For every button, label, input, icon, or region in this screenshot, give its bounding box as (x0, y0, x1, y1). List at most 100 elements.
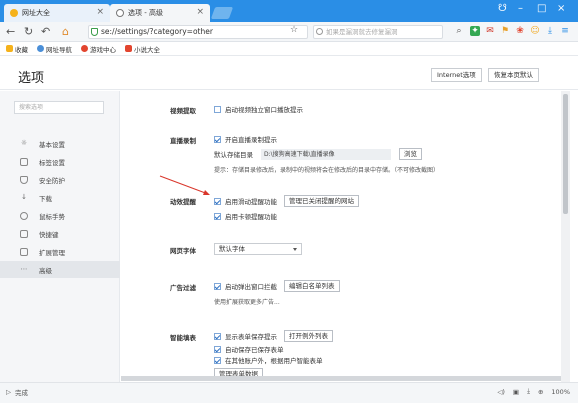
bookmark-item[interactable]: 收藏 (6, 44, 28, 54)
scrollbar-thumb[interactable] (563, 94, 568, 214)
search-placeholder: 如果是漏洞就去修复漏洞 (326, 28, 398, 36)
search-icon[interactable]: ⌕ (454, 26, 464, 36)
checkbox[interactable] (214, 105, 221, 113)
forms-option-3[interactable]: 在其他账户外，根据用户智能表单 (214, 355, 323, 365)
tab-title: 选项 - 高级 (128, 9, 163, 17)
sidebar-item-label: 快捷键 (39, 230, 59, 239)
sidebar-item-advanced[interactable]: ⋯ 高级 (0, 261, 120, 278)
maximize-button[interactable]: □ (537, 3, 546, 14)
search-icon (316, 28, 323, 35)
download-icon[interactable]: ⤓ (527, 387, 530, 396)
settings-content: 视频提取 启动视频独立窗口播放提示 直播录制 开启直播录制提示 默认存储目录 D… (121, 91, 561, 382)
live-record-hint: 提示：存储目录修改后，录制中的视频将会在修改后的目录中存储。（不可修改截图） (214, 167, 440, 174)
checkbox[interactable] (214, 212, 221, 220)
book-icon (125, 45, 132, 52)
adblock-option[interactable]: 启动弹出窗口拦截 编辑白名单列表 (214, 280, 340, 292)
shield-icon (91, 28, 98, 36)
search-input[interactable]: 如果是漏洞就去修复漏洞 (313, 25, 443, 39)
extension-icon[interactable]: ✦ (470, 26, 480, 36)
sidebar-item-gestures[interactable]: 鼠标手势 (0, 207, 120, 224)
keyboard-icon (20, 229, 28, 238)
bookmark-item[interactable]: 游戏中心 (81, 44, 116, 54)
option-label: 启动视频独立窗口播放提示 (225, 106, 303, 114)
star-icon[interactable]: ☆ (290, 25, 298, 35)
minimize-button[interactable]: – (518, 3, 523, 14)
forms-option-1[interactable]: 显示表单保存提示 打开例外列表 (214, 330, 333, 342)
video-popup-option[interactable]: 启动视频独立窗口播放提示 (214, 104, 303, 114)
browse-button[interactable]: 浏览 (399, 148, 422, 160)
option-label: 启用卡顿提醒功能 (225, 213, 277, 221)
new-tab-button[interactable] (210, 7, 234, 19)
default-dir-field[interactable]: D:\搜狗高速下载\直播录像 (261, 148, 391, 160)
gear-icon (116, 9, 124, 17)
sidebar-item-label: 鼠标手势 (39, 212, 65, 221)
adblock-hint[interactable]: 使用扩展获取更多广告... (214, 297, 280, 306)
checkbox[interactable] (214, 345, 221, 353)
sidebar-item-label: 基本设置 (39, 140, 65, 149)
menu-icon[interactable]: ≡ (560, 26, 570, 36)
checkbox[interactable] (214, 332, 221, 340)
skin-icon[interactable]: ☋ (498, 3, 507, 14)
address-bar[interactable]: se://settings/?category=other (88, 25, 308, 39)
sound-icon[interactable]: ◁) (497, 388, 505, 396)
restore-defaults-button[interactable]: 恢复本页默认 (488, 68, 539, 82)
motion-option-1[interactable]: 启用滑动提醒功能 管理已关闭提醒的网站 (214, 195, 359, 207)
zoom-level[interactable]: 100% (551, 388, 570, 396)
window-icon[interactable]: ▣ (513, 388, 519, 396)
navigation-bar: ← ↻ ↶ ⌂ se://settings/?category=other ☆ … (0, 22, 578, 42)
bookmark-item[interactable]: 小说大全 (125, 44, 160, 54)
horizontal-scrollbar[interactable] (121, 376, 561, 381)
mail-icon[interactable]: ✉ (485, 26, 495, 36)
tab-home[interactable]: 网址大全 × (4, 4, 110, 22)
sun-icon: ☼ (20, 138, 28, 147)
status-left: ▷ 完成 (6, 387, 28, 397)
checkbox[interactable] (214, 197, 221, 205)
sidebar-item-shortcuts[interactable]: 快捷键 (0, 225, 120, 242)
forms-option-2[interactable]: 自动保存已保存表单 (214, 344, 284, 354)
play-icon[interactable]: ▷ (6, 388, 11, 396)
checkbox[interactable] (214, 282, 221, 290)
emoji-icon[interactable]: ☺ (530, 26, 540, 36)
close-window-button[interactable]: × (557, 3, 565, 14)
sidebar-item-download[interactable]: ↓ 下载 (0, 189, 120, 206)
manage-sites-button[interactable]: 管理已关闭提醒的网站 (284, 195, 359, 207)
sidebar-search-input[interactable]: 搜索选项 (14, 101, 104, 114)
bookmark-label: 收藏 (15, 45, 28, 54)
pin-icon[interactable]: ⚑ (500, 26, 510, 36)
undo-button[interactable]: ↶ (41, 25, 50, 38)
download-icon[interactable]: ⤓ (545, 26, 555, 36)
bookmark-label: 小说大全 (134, 45, 160, 54)
motion-option-2[interactable]: 启用卡顿提醒功能 (214, 211, 277, 221)
edit-whitelist-button[interactable]: 编辑白名单列表 (284, 280, 340, 292)
more-icon: ⋯ (20, 264, 28, 273)
chevron-down-icon (293, 248, 297, 251)
sidebar-item-extensions[interactable]: 扩展管理 (0, 243, 120, 260)
sidebar-item-security[interactable]: 安全防护 (0, 171, 120, 188)
sidebar-item-basic[interactable]: ☼ 基本设置 (0, 135, 120, 152)
section-label-adblock: 广告过滤 (170, 284, 196, 292)
game-icon[interactable]: ❀ (515, 26, 525, 36)
back-button[interactable]: ← (6, 25, 15, 38)
option-label: 在其他账户外，根据用户智能表单 (225, 357, 323, 365)
bookmark-item[interactable]: 网址导航 (37, 44, 72, 54)
font-select[interactable]: 默认字体 (214, 243, 302, 255)
vertical-scrollbar[interactable] (561, 91, 570, 382)
default-dir-label: 默认存储目录 (214, 151, 253, 159)
home-icon[interactable]: ⌂ (62, 25, 69, 38)
section-label-video: 视频提取 (170, 107, 196, 115)
live-record-option[interactable]: 开启直播录制提示 (214, 134, 277, 144)
sidebar-item-label: 标签设置 (39, 158, 65, 167)
close-icon[interactable]: × (196, 7, 204, 17)
bookmarks-bar: 收藏 网址导航 游戏中心 小说大全 (0, 42, 578, 56)
checkbox[interactable] (214, 356, 221, 364)
internet-options-button[interactable]: Internet选项 (431, 68, 482, 82)
checkbox[interactable] (214, 135, 221, 143)
gear-icon[interactable]: ⊕ (538, 388, 543, 396)
option-label: 启用滑动提醒功能 (225, 198, 277, 206)
refresh-button[interactable]: ↻ (24, 25, 33, 38)
open-exception-list-button[interactable]: 打开例外列表 (284, 330, 333, 342)
sidebar-item-tabs[interactable]: 标签设置 (0, 153, 120, 170)
tab-settings[interactable]: 选项 - 高级 × (110, 4, 210, 22)
close-icon[interactable]: × (96, 7, 104, 17)
option-label: 开启直播录制提示 (225, 136, 277, 144)
